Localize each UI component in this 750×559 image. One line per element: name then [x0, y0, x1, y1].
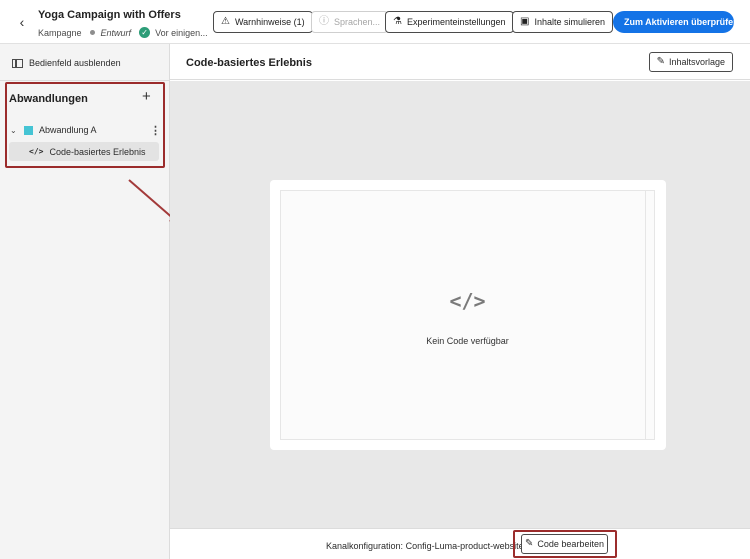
campaign-meta: Kampagne Entwurf ✓ Vor einigen...: [38, 27, 208, 38]
editor-title: Code-basiertes Erlebnis: [186, 57, 312, 69]
alert-triangle-icon: ⚠: [221, 16, 230, 27]
divider: [0, 80, 170, 81]
content-template-label: Inhaltsvorlage: [668, 57, 725, 67]
code-preview-area: </> Kein Code verfügbar: [280, 190, 655, 440]
channel-label: Kanalkonfiguration:: [326, 541, 404, 551]
code-icon: </>: [29, 147, 44, 156]
editor-canvas: </> Kein Code verfügbar: [170, 81, 750, 528]
variant-item[interactable]: ⌄ Abwandlung A ⋮: [10, 122, 161, 138]
code-icon: </>: [449, 289, 486, 313]
code-preview-card: </> Kein Code verfügbar: [270, 180, 666, 450]
variants-title: Abwandlungen: [9, 93, 88, 105]
simulate-content-label: Inhalte simulieren: [534, 17, 605, 27]
simulate-content-button[interactable]: ▣ Inhalte simulieren: [512, 11, 613, 33]
experiment-icon: ⚗: [393, 16, 402, 27]
app-header: ‹ Yoga Campaign with Offers Kampagne Ent…: [0, 0, 750, 44]
hide-panel-label: Bedienfeld ausblenden: [29, 58, 121, 68]
sync-status: Vor einigen...: [155, 27, 208, 38]
variant-label: Abwandlung A: [39, 125, 97, 135]
status-dot-icon: [89, 30, 95, 35]
editor-header: Code-basiertes Erlebnis ✎ Inhaltsvorlage: [170, 44, 750, 80]
variants-panel: Bedienfeld ausblenden Abwandlungen + ⌄ A…: [0, 44, 170, 559]
add-variant-icon[interactable]: +: [142, 89, 151, 104]
edit-code-button[interactable]: ✎ Code bearbeiten: [521, 534, 608, 554]
content-template-button[interactable]: ✎ Inhaltsvorlage: [648, 52, 733, 72]
info-circle-icon: ⓘ: [319, 16, 329, 27]
review-to-activate-button[interactable]: Zum Aktivieren überprüfen: [613, 11, 739, 33]
checkmark-circle-icon: ✓: [139, 27, 151, 38]
panel-icon: [12, 58, 23, 68]
chevron-left-icon[interactable]: ‹: [14, 14, 30, 30]
languages-button-label: Sprachen...: [334, 17, 381, 27]
channel-configuration: Kanalkonfiguration: Config-Luma-product-…: [326, 541, 524, 551]
page-title: Yoga Campaign with Offers: [38, 9, 181, 21]
experiment-settings-button[interactable]: ⚗ Experimenteinstellungen: [385, 11, 514, 33]
warnings-button[interactable]: ⚠ Warnhinweise (1): [213, 11, 313, 33]
hide-panel-button[interactable]: Bedienfeld ausblenden: [12, 58, 121, 68]
warnings-button-label: Warnhinweise (1): [234, 17, 305, 27]
experiment-settings-label: Experimenteinstellungen: [406, 17, 506, 27]
status-badge: Entwurf: [100, 27, 132, 38]
chevron-down-icon[interactable]: ⌄: [10, 126, 24, 135]
editor-footer: Kanalkonfiguration: Config-Luma-product-…: [170, 528, 750, 559]
preview-icon: ▣: [520, 16, 530, 27]
more-options-icon[interactable]: ⋮: [150, 124, 161, 137]
variant-color-swatch: [24, 125, 33, 135]
review-to-activate-label: Zum Aktivieren überprüfen: [624, 17, 739, 27]
empty-state-message: Kein Code verfügbar: [426, 336, 509, 346]
template-icon: ✎: [656, 56, 665, 67]
sidebar-item-label: Code-basiertes Erlebnis: [49, 146, 146, 157]
edit-code-label: Code bearbeiten: [537, 539, 604, 549]
pencil-icon: ✎: [525, 538, 534, 549]
campaign-type: Kampagne: [38, 27, 82, 38]
languages-button[interactable]: ⓘ Sprachen...: [311, 11, 389, 33]
channel-value: Config-Luma-product-website: [405, 541, 524, 551]
sidebar-item-code-experience[interactable]: </> Code-basiertes Erlebnis: [9, 142, 159, 161]
